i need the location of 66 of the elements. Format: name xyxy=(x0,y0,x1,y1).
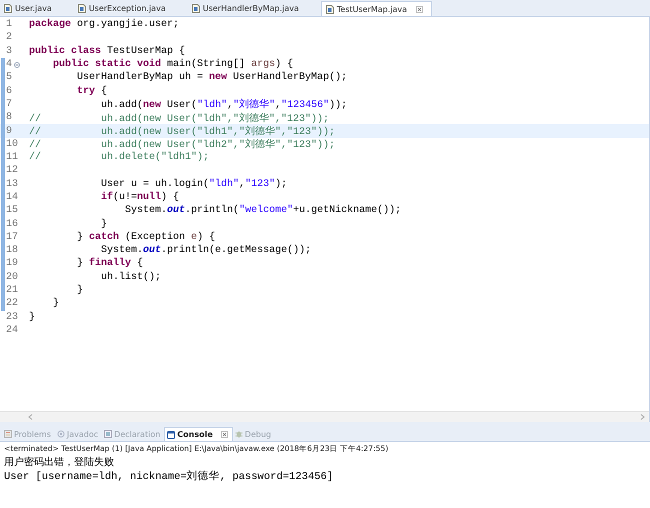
editor-tab[interactable]: User.java xyxy=(0,1,60,16)
code-line: if(u!=null) { xyxy=(100,192,180,203)
bug-icon xyxy=(234,430,243,438)
line-number: 8 xyxy=(6,112,12,124)
line-number: 3 xyxy=(6,46,12,57)
line-number: 12 xyxy=(6,165,18,176)
collapse-icon[interactable] xyxy=(14,62,20,68)
code-line: public static void main(String[] args) { xyxy=(52,59,294,70)
horizontal-scrollbar[interactable] xyxy=(0,411,649,422)
line-number: 16 xyxy=(6,218,18,230)
line-number: 6 xyxy=(6,86,12,97)
line-number: 13 xyxy=(6,178,18,190)
java-file-icon xyxy=(4,4,12,13)
java-file-icon xyxy=(78,4,86,13)
java-file-icon xyxy=(326,4,334,14)
line-number: 4 xyxy=(6,59,12,70)
line-number: 15 xyxy=(6,205,18,216)
scroll-right-icon[interactable] xyxy=(640,414,645,420)
code-line: User u = uh.login("ldh","123"); xyxy=(100,178,288,190)
line-number: 2 xyxy=(6,32,12,44)
code-line: uh.add(new User("ldh","刘德华","123456")); xyxy=(100,98,348,112)
close-icon[interactable] xyxy=(416,6,424,12)
line-number: 23 xyxy=(6,312,18,323)
problems-icon xyxy=(4,430,12,438)
code-line: System.out.println(e.getMessage()); xyxy=(100,245,312,256)
line-number: 7 xyxy=(6,98,12,110)
editor-tab[interactable]: UserHandlerByMap.java xyxy=(188,1,307,16)
code-line: } xyxy=(76,285,84,296)
line-number: 20 xyxy=(6,272,18,283)
code-line: // uh.add(new User("ldh","刘德华","123")); xyxy=(29,112,330,125)
code-line: // uh.add(new User("ldh2","刘德华","123")); xyxy=(29,138,336,152)
line-number: 22 xyxy=(6,298,18,310)
console-output-line: User [username=ldh, nickname=刘德华, password=123456] xyxy=(4,470,334,484)
scroll-left-icon[interactable] xyxy=(28,414,33,420)
code-line: public class TestUserMap { xyxy=(29,46,186,57)
code-line: } xyxy=(29,312,36,323)
code-line: } xyxy=(52,298,60,310)
editor-tab[interactable]: TestUserMap.java xyxy=(320,1,432,16)
line-number: 1 xyxy=(6,19,12,30)
code-line: uh.list(); xyxy=(100,272,162,283)
code-line: UserHandlerByMap uh = new UserHandlerByMap(); xyxy=(76,72,348,84)
code-line: // uh.add(new User("ldh1","刘德华","123")); xyxy=(29,124,336,138)
code-line: // uh.delete("ldh1"); xyxy=(29,152,210,164)
code-line: } catch (Exception e) { xyxy=(76,232,216,243)
close-icon[interactable] xyxy=(220,431,228,438)
declaration-icon xyxy=(104,430,112,438)
code-line: try { xyxy=(76,86,108,97)
line-number: 18 xyxy=(6,245,18,256)
code-line: } xyxy=(100,218,108,230)
code-line: System.out.println("welcome"+u.getNickname()); xyxy=(124,205,402,216)
line-number: 19 xyxy=(6,258,18,270)
line-number: 14 xyxy=(6,192,18,203)
panel-tab[interactable]: Console xyxy=(164,427,233,441)
line-number: 24 xyxy=(6,324,18,336)
console-output-line: 用户密码出错，登陆失败 xyxy=(4,456,115,470)
console-icon xyxy=(167,430,176,438)
line-number: 5 xyxy=(6,72,12,84)
line-number: 21 xyxy=(6,285,18,296)
line-number: 9 xyxy=(6,126,12,137)
line-number: 11 xyxy=(6,152,18,164)
code-line: package org.yangjie.user; xyxy=(29,19,180,30)
line-number: 10 xyxy=(6,138,18,150)
editor-tab[interactable]: UserException.java xyxy=(74,1,174,16)
code-line: } finally { xyxy=(76,258,144,270)
java-file-icon xyxy=(192,4,200,13)
line-number: 17 xyxy=(6,232,18,243)
